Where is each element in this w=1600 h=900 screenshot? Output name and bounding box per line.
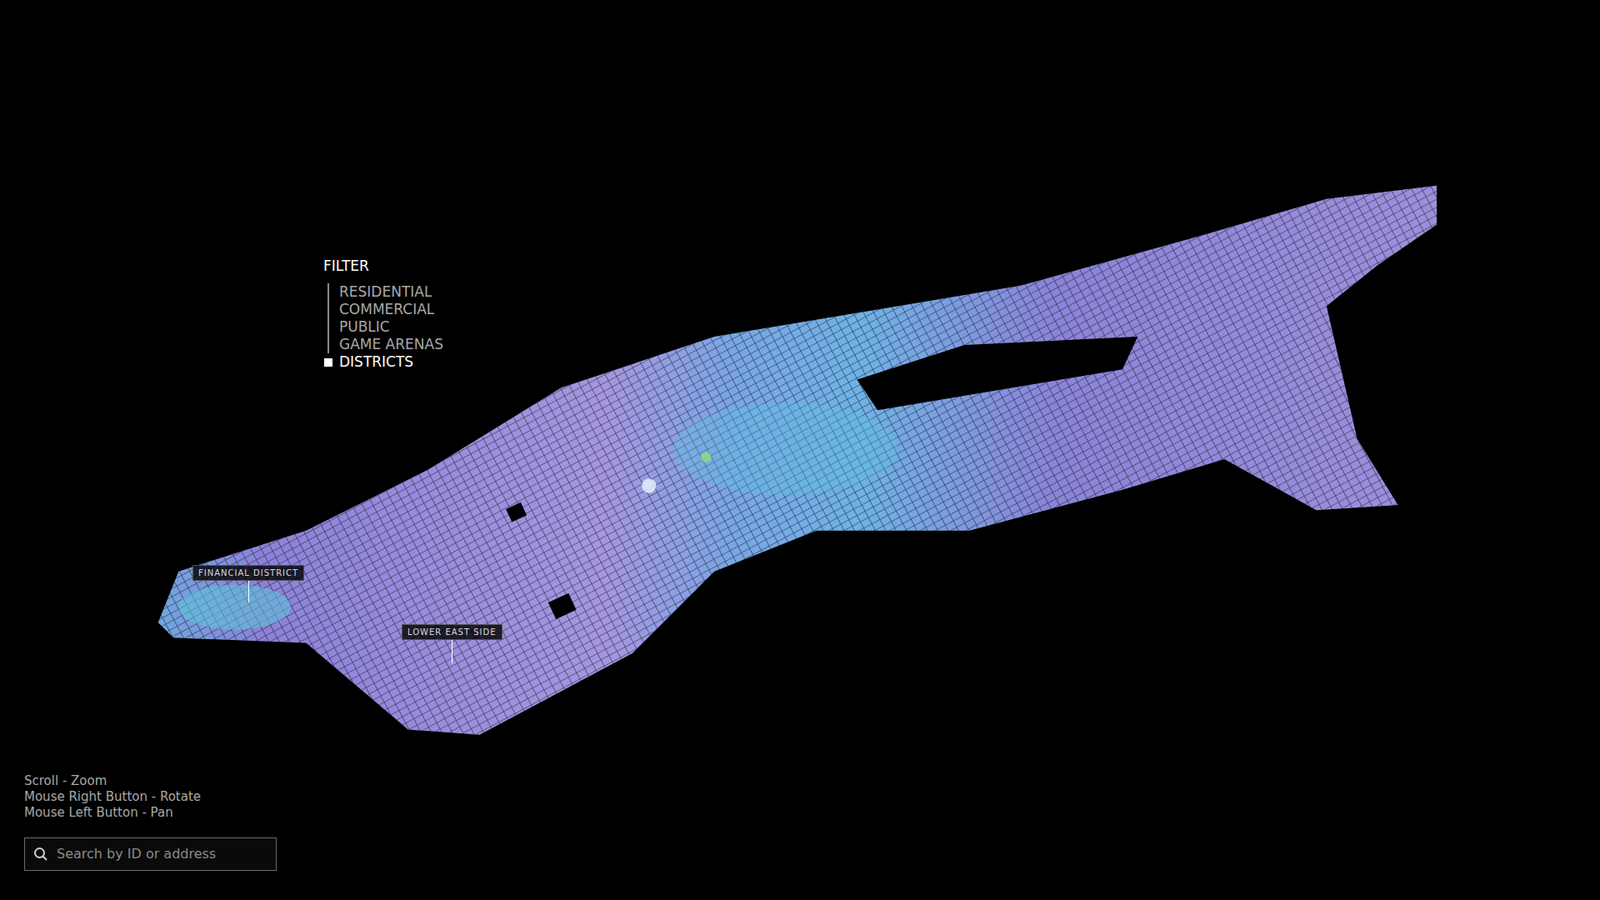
filter-line-icon (327, 300, 330, 319)
filter-title: FILTER (323, 256, 444, 275)
district-label[interactable]: FINANCIAL DISTRICT (192, 565, 305, 581)
district-pin[interactable]: LOWER EAST SIDE (401, 624, 503, 664)
filter-line-icon (327, 318, 330, 336)
district-pin[interactable]: FINANCIAL DISTRICT (192, 565, 305, 603)
pin-line-icon (451, 640, 453, 664)
filter-label[interactable]: COMMERCIAL (339, 300, 435, 319)
filter-panel: FILTER RESIDENTIALCOMMERCIALPUBLICGAME A… (323, 256, 444, 371)
filter-label[interactable]: DISTRICTS (339, 353, 414, 371)
filter-line-icon (327, 335, 330, 354)
filter-item[interactable]: COMMERCIAL (323, 300, 444, 319)
district-label[interactable]: LOWER EAST SIDE (401, 624, 503, 640)
controls-help: Scroll - ZoomMouse Right Button - Rotate… (24, 773, 201, 821)
search-box[interactable] (24, 837, 277, 871)
filter-label[interactable]: RESIDENTIAL (339, 283, 432, 301)
search-input[interactable] (56, 844, 268, 865)
filter-label[interactable]: GAME ARENAS (339, 335, 444, 354)
search-icon (33, 846, 49, 862)
selected-square-icon (324, 358, 333, 367)
filter-item[interactable]: GAME ARENAS (323, 335, 444, 354)
control-hint: Scroll - Zoom (24, 773, 201, 790)
filter-item[interactable]: DISTRICTS (323, 353, 444, 371)
filter-item[interactable]: PUBLIC (323, 318, 444, 336)
filter-item[interactable]: RESIDENTIAL (323, 283, 444, 301)
city-map[interactable] (0, 0, 1600, 900)
control-hint: Mouse Left Button - Pan (24, 805, 201, 821)
pin-line-icon (248, 580, 250, 603)
filter-label[interactable]: PUBLIC (339, 318, 390, 336)
filter-line-icon (327, 283, 330, 301)
control-hint: Mouse Right Button - Rotate (24, 789, 201, 805)
